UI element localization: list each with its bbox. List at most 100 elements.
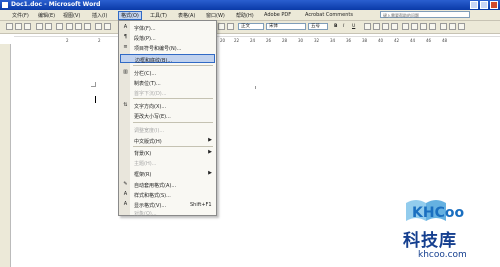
menu-item-fit-text: 调整宽度(I)... bbox=[120, 125, 215, 134]
menu-item-frames[interactable]: 框架(R) ▶ bbox=[120, 169, 215, 178]
menu-item-tabs[interactable]: 制表位(T)... bbox=[120, 78, 215, 87]
print-icon[interactable] bbox=[36, 23, 43, 30]
menu-separator bbox=[133, 146, 213, 147]
ruler-number: 36 bbox=[346, 38, 352, 43]
menu-item-text-direction[interactable]: ⇅ 文字方向(X)... bbox=[120, 101, 215, 110]
title-bar: Doc1.doc - Microsoft Word bbox=[0, 0, 500, 10]
print-preview-icon[interactable] bbox=[45, 23, 52, 30]
menu-item-label: 中文版式(H) bbox=[134, 139, 162, 145]
menu-item-background[interactable]: 背景(K) ▶ bbox=[120, 148, 215, 157]
bold-icon[interactable]: B bbox=[334, 24, 337, 29]
copy-icon[interactable] bbox=[75, 23, 82, 30]
ruler-number: 26 bbox=[266, 38, 272, 43]
autoformat-icon: ✎ bbox=[123, 181, 128, 187]
menu-item-label: 更改大小写(E)... bbox=[134, 114, 171, 120]
menu-item-label: 调整宽度(I)... bbox=[134, 128, 165, 134]
submenu-arrow-icon: ▶ bbox=[208, 170, 212, 176]
menu-item-autoformat[interactable]: ✎ 自动套用格式(A)... bbox=[120, 180, 215, 189]
menu-item-shortcut: Shift+F1 bbox=[190, 202, 212, 208]
menu-view[interactable]: 视图(V) bbox=[63, 12, 80, 19]
highlight-icon[interactable] bbox=[440, 23, 447, 30]
decrease-indent-icon[interactable] bbox=[420, 23, 427, 30]
align-left-icon[interactable] bbox=[364, 23, 371, 30]
cut-icon[interactable] bbox=[66, 23, 73, 30]
ruler-number: 28 bbox=[282, 38, 288, 43]
menu-format[interactable]: 格式(O) bbox=[118, 11, 142, 20]
columns-icon[interactable] bbox=[227, 23, 234, 30]
ruler-number: 32 bbox=[314, 38, 320, 43]
font-size-dropdown[interactable]: 五号 bbox=[308, 23, 328, 30]
text-cursor bbox=[95, 96, 96, 103]
toolbar: 正文 宋体 五号 B I U bbox=[0, 21, 500, 34]
vertical-ruler[interactable] bbox=[0, 44, 11, 267]
increase-indent-icon[interactable] bbox=[429, 23, 436, 30]
khcoo-logo: KHCoo bbox=[406, 200, 464, 221]
menu-item-change-case[interactable]: 更改大小写(E)... bbox=[120, 111, 215, 120]
open-icon[interactable] bbox=[15, 23, 22, 30]
font-dropdown[interactable]: 宋体 bbox=[266, 23, 306, 30]
margin-mark bbox=[91, 86, 96, 87]
close-button[interactable] bbox=[490, 1, 498, 9]
window-title: Doc1.doc - Microsoft Word bbox=[11, 1, 101, 8]
align-center-icon[interactable] bbox=[373, 23, 380, 30]
numbering-icon[interactable] bbox=[402, 23, 409, 30]
maximize-button[interactable] bbox=[480, 1, 488, 9]
menu-insert[interactable]: 插入(I) bbox=[92, 12, 107, 19]
format-menu: A 字体(F)... ¶ 段落(P)... ≡ 项目符号和编号(N)... 边框… bbox=[118, 20, 217, 217]
ruler-number: 2 bbox=[66, 38, 69, 43]
border-icon[interactable] bbox=[458, 23, 465, 30]
menu-item-font[interactable]: A 字体(F)... bbox=[120, 23, 215, 32]
italic-icon[interactable]: I bbox=[343, 24, 344, 29]
menu-item-label: 项目符号和编号(N)... bbox=[134, 46, 182, 52]
new-document-icon[interactable] bbox=[6, 23, 13, 30]
table-icon[interactable] bbox=[218, 23, 225, 30]
menu-tools[interactable]: 工具(T) bbox=[150, 12, 167, 19]
menu-separator bbox=[133, 98, 213, 99]
help-search-input[interactable]: 键入需要帮助的问题 bbox=[380, 11, 470, 18]
ruler-number: 46 bbox=[426, 38, 432, 43]
font-color-icon[interactable] bbox=[449, 23, 456, 30]
menu-item-paragraph[interactable]: ¶ 段落(P)... bbox=[120, 33, 215, 42]
ruler-number: 34 bbox=[330, 38, 336, 43]
menu-item-styles-formatting[interactable]: A 样式和格式(S)... bbox=[120, 190, 215, 199]
menu-item-asian-layout[interactable]: 中文版式(H) ▶ bbox=[120, 136, 215, 145]
watermark-site-name: 科技库 bbox=[403, 231, 457, 251]
watermark-url: khcoo.com bbox=[418, 250, 467, 260]
menu-item-reveal-formatting[interactable]: A 显示格式(V)... Shift+F1 bbox=[120, 200, 215, 209]
paste-icon[interactable] bbox=[84, 23, 91, 30]
redo-icon[interactable] bbox=[104, 23, 111, 30]
undo-icon[interactable] bbox=[95, 23, 102, 30]
menu-edit[interactable]: 编辑(E) bbox=[38, 12, 55, 19]
ruler-number: 2 bbox=[98, 38, 101, 43]
menu-window[interactable]: 窗口(W) bbox=[206, 12, 225, 19]
ruler-number: 30 bbox=[298, 38, 304, 43]
menu-item-bullets-numbering[interactable]: ≡ 项目符号和编号(N)... bbox=[120, 43, 215, 52]
align-right-icon[interactable] bbox=[382, 23, 389, 30]
ruler-number: 22 bbox=[234, 38, 240, 43]
justify-icon[interactable] bbox=[391, 23, 398, 30]
menu-table[interactable]: 表格(A) bbox=[178, 12, 195, 19]
menu-help[interactable]: 帮助(H) bbox=[236, 12, 254, 19]
minimize-button[interactable] bbox=[470, 1, 478, 9]
menu-separator bbox=[133, 65, 213, 66]
menu-item-label: 对象(O)... bbox=[134, 211, 157, 217]
spelling-icon[interactable] bbox=[56, 23, 63, 30]
menu-file[interactable]: 文件(F) bbox=[12, 12, 29, 19]
menu-item-theme: 主题(H)... bbox=[120, 158, 215, 167]
ruler-number: 44 bbox=[410, 38, 416, 43]
save-icon[interactable] bbox=[24, 23, 31, 30]
menu-item-columns[interactable]: ▥ 分栏(C)... bbox=[120, 68, 215, 77]
menu-acrobat-comments[interactable]: Acrobat Comments bbox=[305, 12, 353, 18]
ruler-number: 40 bbox=[378, 38, 384, 43]
text-direction-icon: ⇅ bbox=[123, 102, 128, 108]
underline-icon[interactable]: U bbox=[352, 24, 355, 29]
word-app-icon bbox=[2, 2, 8, 8]
menu-adobe-pdf[interactable]: Adobe PDF bbox=[264, 12, 291, 18]
menu-item-drop-cap: 首字下沉(D)... bbox=[120, 88, 215, 97]
menu-bar: 文件(F) 编辑(E) 视图(V) 插入(I) 格式(O) 工具(T) 表格(A… bbox=[0, 10, 500, 21]
menu-item-label: 背景(K) bbox=[134, 151, 152, 157]
style-dropdown[interactable]: 正文 bbox=[238, 23, 264, 30]
menu-item-borders-shading[interactable]: 边框和底纹(B)... bbox=[120, 54, 215, 64]
bullets-icon[interactable] bbox=[411, 23, 418, 30]
ruler-number: 48 bbox=[442, 38, 448, 43]
